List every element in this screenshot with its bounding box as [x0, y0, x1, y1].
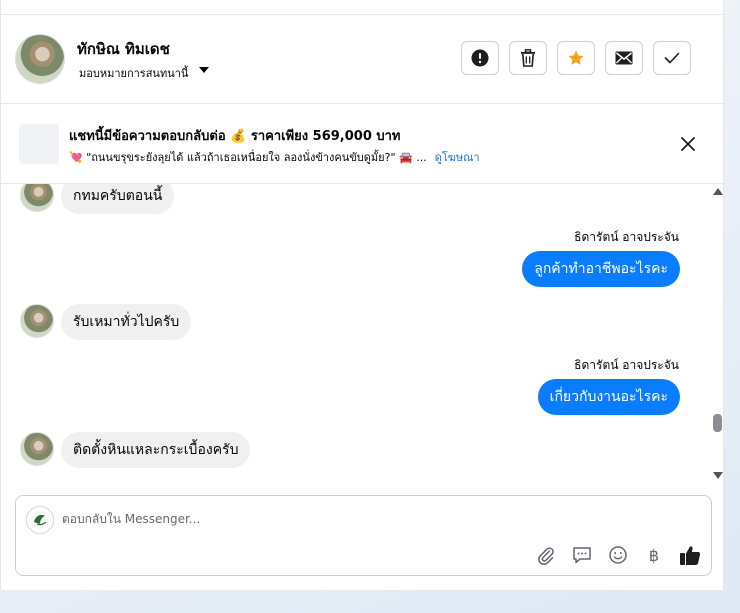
top-divider — [1, 14, 723, 15]
header-divider — [1, 103, 723, 104]
emoji-button[interactable] — [607, 544, 629, 566]
view-ad-link[interactable]: ดูโฆษณา — [435, 151, 480, 164]
outgoing-message[interactable]: ลูกค้าทำอาชีพอะไรคะ — [522, 251, 680, 287]
sender-avatar — [20, 304, 54, 338]
check-icon — [664, 52, 680, 64]
ad-title: แชทนี้มีข้อความตอบกลับต่อ 💰 ราคาเพียง 56… — [69, 129, 401, 144]
page-logo-icon — [31, 511, 49, 529]
spam-button[interactable] — [461, 41, 499, 75]
assign-conversation-label[interactable]: มอบหมายการสนทนานี้ — [79, 64, 188, 82]
mark-done-button[interactable] — [653, 41, 691, 75]
ad-subtitle: 💘 "ถนนขรุขระยังลุยได้ แล้วถ้าเธอเหนื่อยใ… — [69, 148, 480, 166]
message-sender-name: ธิดารัตน์ อาจประจัน — [574, 358, 679, 372]
close-ad-button[interactable] — [677, 133, 699, 155]
contact-name[interactable]: ทักษิณ ทิมเดช — [77, 37, 170, 61]
ad-thumbnail[interactable] — [19, 124, 59, 164]
scroll-up-arrow[interactable] — [713, 188, 723, 195]
chat-bubble-icon — [573, 547, 591, 564]
mark-unread-button[interactable] — [605, 41, 643, 75]
scrollbar-thumb[interactable] — [713, 414, 722, 432]
baht-icon[interactable]: ฿ — [643, 544, 665, 566]
smiley-icon — [609, 546, 627, 564]
paperclip-icon — [538, 547, 554, 565]
incoming-message[interactable]: กทมครับตอนนี้ — [61, 184, 175, 214]
close-icon — [681, 137, 695, 151]
page-avatar — [26, 506, 54, 534]
baht-symbol: ฿ — [648, 545, 660, 565]
star-button[interactable] — [557, 41, 595, 75]
envelope-icon — [615, 51, 633, 65]
incoming-message[interactable]: ติดตั้งหินแหละกระเบื้องครับ — [61, 432, 251, 468]
message-thread: กทมครับตอนนี้ ธิดารัตน์ อาจประจัน ลูกค้า… — [1, 184, 711, 494]
sender-avatar — [20, 432, 54, 466]
message-sender-name: ธิดารัตน์ อาจประจัน — [574, 230, 679, 244]
reply-composer: ฿ — [15, 495, 712, 576]
reply-input[interactable] — [62, 509, 662, 529]
star-icon — [568, 50, 584, 65]
contact-avatar[interactable] — [15, 34, 65, 84]
delete-button[interactable] — [509, 41, 547, 75]
ad-caption: 💘 "ถนนขรุขระยังลุยได้ แล้วถ้าเธอเหนื่อยใ… — [69, 151, 427, 164]
thumbs-up-icon — [680, 546, 701, 565]
scroll-down-arrow[interactable] — [713, 472, 723, 479]
trash-icon — [521, 49, 535, 67]
exclamation-circle-icon — [471, 49, 489, 67]
like-button[interactable] — [679, 544, 701, 566]
attach-button[interactable] — [535, 544, 557, 566]
incoming-message[interactable]: รับเหมาทั่วไปครับ — [61, 304, 192, 340]
sender-avatar — [20, 184, 54, 212]
conversation-panel: ทักษิณ ทิมเดช มอบหมายการสนทนานี้ แชทนี้ม… — [0, 0, 724, 590]
saved-replies-button[interactable] — [571, 544, 593, 566]
caret-down-icon[interactable] — [199, 67, 209, 73]
outgoing-message[interactable]: เกี่ยวกับงานอะไรคะ — [537, 379, 680, 415]
